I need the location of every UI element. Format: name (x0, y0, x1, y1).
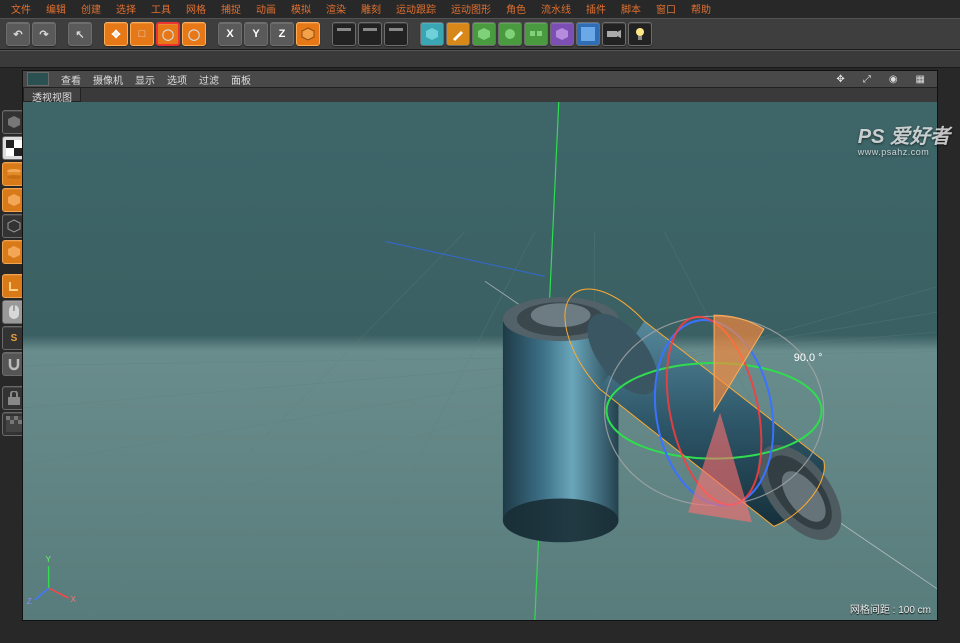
menu-tools[interactable]: 工具 (144, 0, 178, 18)
checker-icon (6, 140, 22, 156)
main-menubar: 文件 编辑 创建 选择 工具 网格 捕捉 动画 模拟 渲染 雕刻 运动跟踪 运动… (0, 0, 960, 18)
array-button[interactable] (524, 22, 548, 46)
menu-animate[interactable]: 动画 (249, 0, 283, 18)
menu-file[interactable]: 文件 (4, 0, 38, 18)
vp-menu-camera[interactable]: 摄像机 (87, 71, 129, 88)
perspective-viewport[interactable]: 90.0 ° Y X Z 网格间距 : 100 cm (23, 102, 937, 620)
menu-window[interactable]: 窗口 (649, 0, 683, 18)
vp-menu-display[interactable]: 显示 (129, 71, 161, 88)
menu-sculpt[interactable]: 雕刻 (354, 0, 388, 18)
cubes-icon (529, 27, 543, 41)
vp-zoom-icon[interactable]: ⤢ (857, 73, 877, 86)
main-toolbar: ↶ ↷ ↖ ✥ □ ◯ ◯ X Y Z (0, 18, 960, 50)
top-strip (0, 50, 960, 68)
rotate-tool-button[interactable]: ◯ (156, 22, 180, 46)
axis-y-button[interactable]: Y (244, 22, 268, 46)
primitive-cube-button[interactable] (420, 22, 444, 46)
gear-icon (503, 27, 517, 41)
vp-menu-options[interactable]: 选项 (161, 71, 193, 88)
render-view-button[interactable] (332, 22, 356, 46)
render-settings-button[interactable] (358, 22, 382, 46)
axis-z-button[interactable]: Z (270, 22, 294, 46)
cursor-icon: ↖ (75, 28, 84, 41)
spline-pen-button[interactable] (446, 22, 470, 46)
light-button[interactable] (628, 22, 652, 46)
svg-text:Z: Z (27, 597, 32, 606)
stack-icon (6, 168, 22, 180)
coord-system-button[interactable] (296, 22, 320, 46)
menu-help[interactable]: 帮助 (684, 0, 718, 18)
svg-text:X: X (71, 595, 77, 604)
clapper-icon (337, 28, 351, 40)
menu-pipeline[interactable]: 流水线 (534, 0, 578, 18)
move-icon: ✥ (111, 28, 120, 41)
scene-svg: 90.0 ° Y X Z (23, 102, 937, 620)
redo-button[interactable]: ↷ (32, 22, 56, 46)
cube-icon (477, 27, 491, 41)
vp-menu-panel[interactable]: 面板 (225, 71, 257, 88)
vp-pan-icon[interactable]: ✥ (830, 73, 850, 86)
cube-icon (6, 192, 22, 208)
environment-button[interactable] (576, 22, 600, 46)
menu-script[interactable]: 脚本 (614, 0, 648, 18)
circle-icon: ◯ (188, 28, 200, 41)
magnet-icon (7, 357, 21, 371)
clapper-icon (389, 28, 403, 40)
viewport-thumbnail[interactable] (27, 72, 49, 86)
nurbs-button[interactable] (472, 22, 496, 46)
scale-icon: □ (139, 28, 146, 40)
vp-layout-icon[interactable]: ▦ (910, 73, 931, 86)
vp-orbit-icon[interactable]: ◉ (883, 73, 904, 86)
deformer-button[interactable] (550, 22, 574, 46)
viewport-menubar: 查看 摄像机 显示 选项 过滤 面板 ✥ ⤢ ◉ ▦ (23, 71, 937, 88)
menu-render[interactable]: 渲染 (319, 0, 353, 18)
vp-menu-filter[interactable]: 过滤 (193, 71, 225, 88)
generator-button[interactable] (498, 22, 522, 46)
menu-motiontrack[interactable]: 运动跟踪 (389, 0, 443, 18)
camera-icon (607, 29, 621, 39)
menu-create[interactable]: 创建 (74, 0, 108, 18)
menu-simulate[interactable]: 模拟 (284, 0, 318, 18)
scale-tool-button[interactable]: □ (130, 22, 154, 46)
checker-grid-icon (6, 416, 22, 432)
axis-indicator: Y X Z (27, 555, 77, 606)
vp-menu-view[interactable]: 查看 (55, 71, 87, 88)
undo-button[interactable]: ↶ (6, 22, 30, 46)
menu-mograph[interactable]: 运动图形 (444, 0, 498, 18)
rotation-hud: 90.0 ° (794, 352, 823, 364)
cube-icon (555, 27, 569, 41)
clapper-icon (363, 28, 377, 40)
menu-plugins[interactable]: 插件 (579, 0, 613, 18)
last-tool-button[interactable]: ◯ (182, 22, 206, 46)
cube-icon (301, 27, 315, 41)
corner-icon (7, 279, 21, 293)
cube-icon (6, 114, 22, 130)
menu-mesh[interactable]: 网格 (179, 0, 213, 18)
cube-icon (6, 244, 22, 260)
cube-outline-icon (6, 218, 22, 234)
cube-icon (425, 27, 439, 41)
move-tool-button[interactable]: ✥ (104, 22, 128, 46)
camera-button[interactable] (602, 22, 626, 46)
grid-icon (581, 27, 595, 41)
redo-icon: ↷ (39, 28, 48, 41)
menu-edit[interactable]: 编辑 (39, 0, 73, 18)
bulb-icon (634, 27, 646, 41)
viewport-status: 网格间距 : 100 cm (850, 601, 931, 616)
watermark: PS 爱好者 www.psahz.com (858, 120, 950, 157)
axis-x-button[interactable]: X (218, 22, 242, 46)
undo-icon: ↶ (13, 28, 22, 41)
rotate-icon: ◯ (162, 28, 174, 41)
menu-select[interactable]: 选择 (109, 0, 143, 18)
lock-icon (8, 391, 20, 405)
live-select-button[interactable]: ↖ (68, 22, 92, 46)
viewport-tab[interactable]: 透视视图 (23, 88, 81, 102)
menu-snap[interactable]: 捕捉 (214, 0, 248, 18)
svg-text:Y: Y (46, 555, 52, 564)
mouse-icon (9, 305, 19, 319)
pen-icon (451, 27, 465, 41)
menu-character[interactable]: 角色 (499, 0, 533, 18)
picture-viewer-button[interactable] (384, 22, 408, 46)
workspace: 查看 摄像机 显示 选项 过滤 面板 ✥ ⤢ ◉ ▦ 透视视图 (22, 70, 938, 621)
